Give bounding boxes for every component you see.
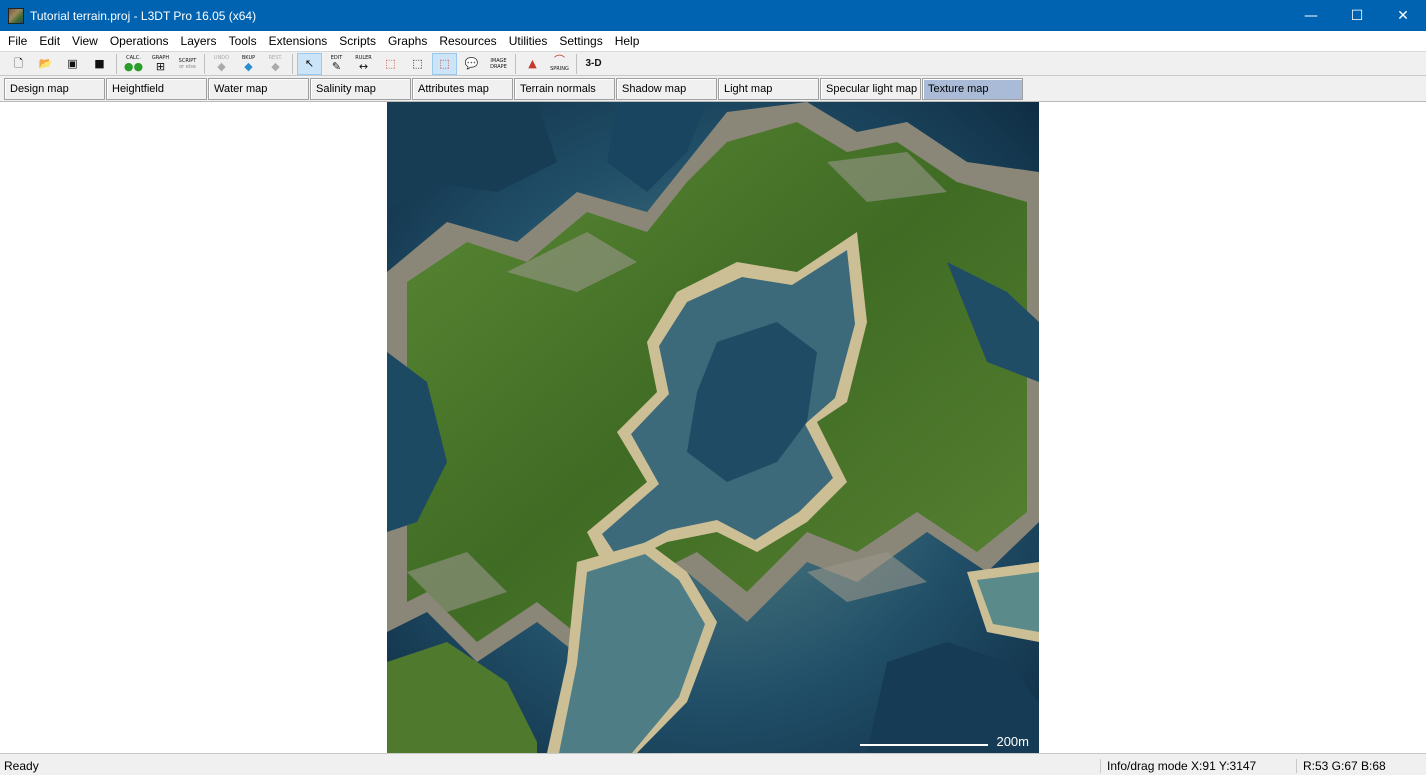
open-project-button[interactable]: 📂: [33, 53, 58, 75]
open-folder-icon: 📂: [38, 57, 53, 70]
status-rgb: R:53 G:67 B:68: [1296, 759, 1386, 773]
status-ready: Ready: [4, 759, 39, 773]
ruler-button[interactable]: RULER ↔: [351, 53, 376, 75]
view-3d-button[interactable]: 3-D: [581, 53, 606, 75]
zoom-extents-icon: ⬚: [412, 57, 423, 70]
mountain-arrow-icon: ▲: [528, 57, 537, 70]
backup-icon: ◆: [244, 60, 253, 73]
tab-shadow-map[interactable]: Shadow map: [616, 78, 717, 100]
menu-extensions[interactable]: Extensions: [263, 31, 334, 51]
map-tabs: Design map Heightfield Water map Salinit…: [0, 76, 1426, 102]
save-button[interactable]: ■: [87, 53, 112, 75]
menu-layers[interactable]: Layers: [175, 31, 223, 51]
spring-label: SPRING: [550, 66, 569, 72]
status-bar: Ready Info/drag mode X:91 Y:3147 R:53 G:…: [0, 753, 1426, 775]
toolbar-separator: [515, 53, 516, 74]
save-all-button[interactable]: ▣: [60, 53, 85, 75]
pointer-icon: ↖: [304, 57, 315, 70]
zoom-extents-button[interactable]: ⬚: [405, 53, 430, 75]
map-view[interactable]: 200m: [0, 102, 1426, 753]
toolbar-separator: [292, 53, 293, 74]
restore-icon: ◆: [271, 60, 280, 73]
calc-button[interactable]: CALC. ●●: [121, 53, 146, 75]
spring-button[interactable]: ⌒ SPRING: [547, 53, 572, 75]
image-drape-button[interactable]: IMAGE DRAPE: [486, 53, 511, 75]
menu-view[interactable]: View: [66, 31, 104, 51]
tab-salinity-map[interactable]: Salinity map: [310, 78, 411, 100]
script-sub-label: or else: [179, 63, 196, 70]
undo-button[interactable]: UNDO ◆: [209, 53, 234, 75]
tooltip-button[interactable]: 💬: [459, 53, 484, 75]
speech-bubble-icon: 💬: [464, 57, 479, 70]
edit-button[interactable]: EDIT ✎: [324, 53, 349, 75]
fit-window-icon: ⬚: [439, 57, 450, 70]
select-pointer-button[interactable]: ↖: [297, 52, 322, 75]
menu-utilities[interactable]: Utilities: [503, 31, 554, 51]
maximize-button[interactable]: ☐: [1334, 0, 1380, 31]
new-file-icon: 🗋: [14, 57, 23, 70]
menu-scripts[interactable]: Scripts: [333, 31, 382, 51]
zoom-select-icon: ⬚: [385, 57, 396, 70]
save-all-icon: ▣: [67, 57, 78, 70]
tab-water-map[interactable]: Water map: [208, 78, 309, 100]
scale-bar: 200m: [860, 735, 1029, 749]
menu-bar: File Edit View Operations Layers Tools E…: [0, 31, 1426, 51]
menu-file[interactable]: File: [2, 31, 33, 51]
terrain-texture: [387, 102, 1039, 753]
menu-graphs[interactable]: Graphs: [382, 31, 433, 51]
restore-button[interactable]: REST. ◆: [263, 53, 288, 75]
tab-attributes-map[interactable]: Attributes map: [412, 78, 513, 100]
tab-terrain-normals[interactable]: Terrain normals: [514, 78, 615, 100]
calc-icon: ●●: [123, 60, 144, 73]
scale-line: [860, 738, 989, 746]
graph-button[interactable]: GRAPH ⊞: [148, 53, 173, 75]
menu-tools[interactable]: Tools: [223, 31, 263, 51]
spring-icon: ⌒: [554, 54, 565, 67]
graph-icon: ⊞: [155, 60, 166, 73]
terrain-arrow-button[interactable]: ▲: [520, 53, 545, 75]
title-bar: Tutorial terrain.proj - L3DT Pro 16.05 (…: [0, 0, 1426, 31]
toolbar-separator: [116, 53, 117, 74]
menu-help[interactable]: Help: [609, 31, 646, 51]
menu-operations[interactable]: Operations: [104, 31, 175, 51]
zoom-selection-button[interactable]: ⬚: [378, 53, 403, 75]
save-icon: ■: [94, 57, 105, 70]
fit-window-button[interactable]: ⬚: [432, 52, 457, 75]
tab-light-map[interactable]: Light map: [718, 78, 819, 100]
tab-specular-light-map[interactable]: Specular light map: [820, 78, 921, 100]
tab-design-map[interactable]: Design map: [4, 78, 105, 100]
toolbar: 🗋 📂 ▣ ■ CALC. ●● GRAPH ⊞ SCRIPT or else UND…: [0, 51, 1426, 76]
script-button[interactable]: SCRIPT or else: [175, 53, 200, 75]
menu-edit[interactable]: Edit: [33, 31, 66, 51]
backup-button[interactable]: BKUP ◆: [236, 53, 261, 75]
window-title: Tutorial terrain.proj - L3DT Pro 16.05 (…: [30, 8, 257, 23]
undo-icon: ◆: [217, 60, 226, 73]
scale-label: 200m: [996, 734, 1029, 749]
tab-heightfield[interactable]: Heightfield: [106, 78, 207, 100]
status-info: Info/drag mode X:91 Y:3147: [1100, 759, 1290, 773]
new-project-button[interactable]: 🗋: [6, 53, 31, 75]
ruler-icon: ↔: [358, 60, 369, 73]
app-icon: [8, 7, 24, 24]
menu-settings[interactable]: Settings: [553, 31, 608, 51]
menu-resources[interactable]: Resources: [433, 31, 502, 51]
image-drape-label-2: DRAPE: [490, 63, 507, 70]
pencil-icon: ✎: [331, 60, 342, 73]
toolbar-separator: [576, 53, 577, 74]
texture-map-image[interactable]: 200m: [387, 102, 1039, 753]
minimize-button[interactable]: —: [1288, 0, 1334, 31]
toolbar-separator: [204, 53, 205, 74]
tab-texture-map[interactable]: Texture map: [922, 78, 1023, 100]
close-button[interactable]: ✕: [1380, 0, 1426, 31]
